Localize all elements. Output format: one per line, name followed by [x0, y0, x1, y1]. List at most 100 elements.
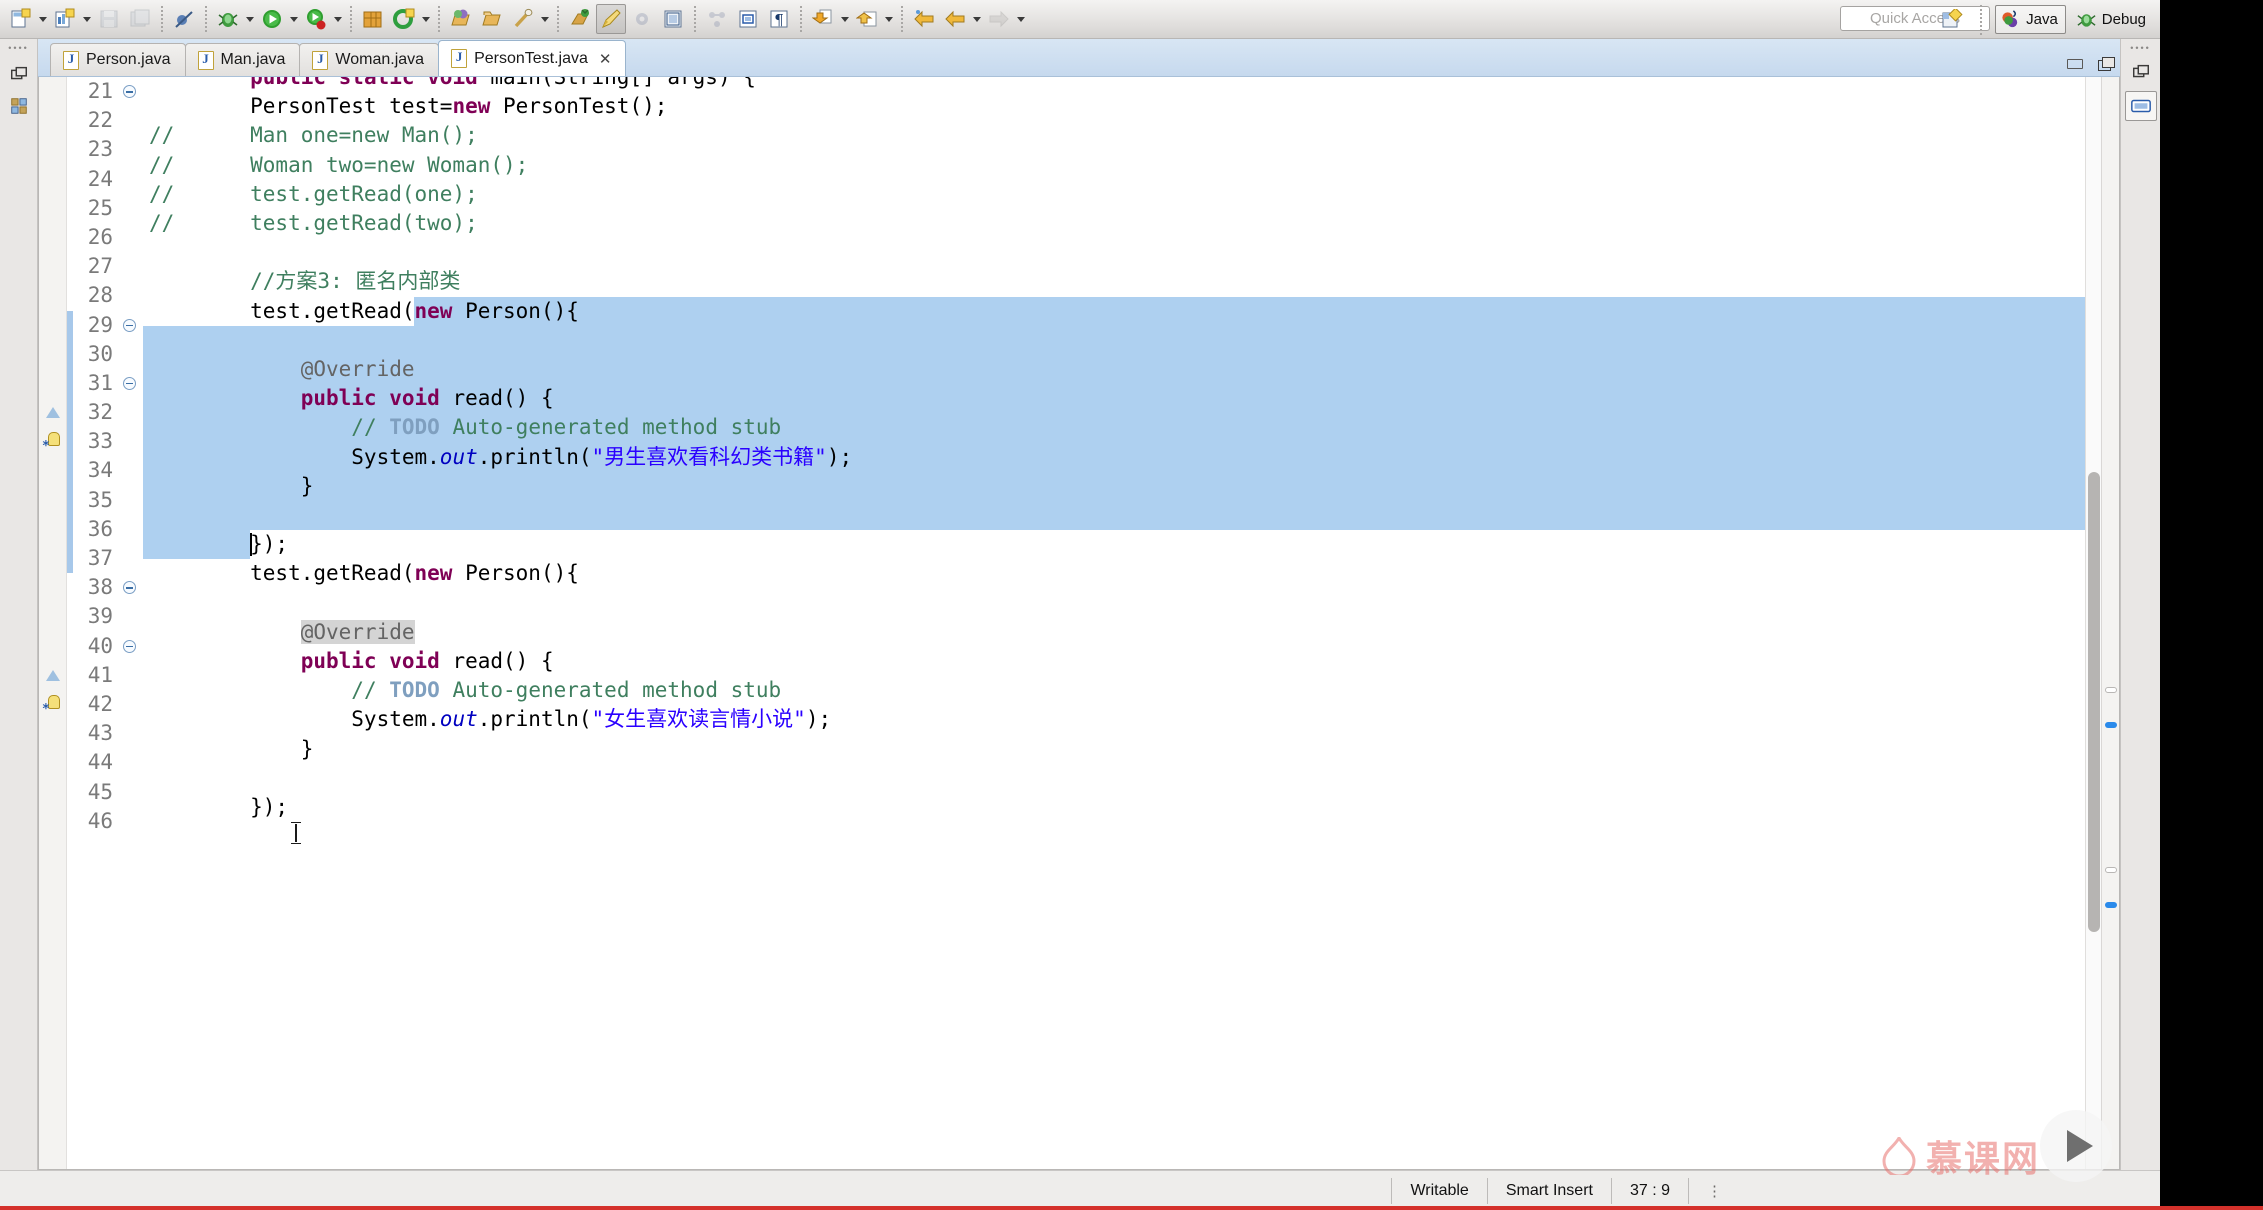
code-line[interactable]: @Override: [149, 618, 415, 647]
debug-dropdown-icon[interactable]: [244, 5, 256, 33]
restore-package-explorer-icon[interactable]: [8, 63, 30, 85]
code-line[interactable]: // TODO Auto-generated method stub: [149, 676, 781, 705]
editor-vertical-scrollbar[interactable]: [2085, 77, 2101, 1169]
code-line[interactable]: public void read() {: [149, 384, 554, 413]
status-overflow-icon[interactable]: ⋮: [1688, 1177, 1740, 1204]
editor-tab-woman[interactable]: Woman.java: [299, 43, 440, 76]
code-line[interactable]: @Override: [149, 355, 415, 384]
restore-outline-icon[interactable]: [2130, 61, 2152, 83]
minimize-icon[interactable]: [2066, 58, 2084, 70]
run-icon[interactable]: [257, 4, 287, 34]
fold-toggle[interactable]: [119, 369, 143, 398]
source-code-text[interactable]: public static void main(String[] args) {…: [143, 77, 2085, 1169]
code-line[interactable]: test.getRead(new Person(){: [149, 297, 579, 326]
collapse-icon[interactable]: [123, 318, 136, 332]
previous-annotation-icon[interactable]: [852, 4, 882, 34]
new-class-icon[interactable]: [389, 4, 419, 34]
collapse-icon[interactable]: [123, 639, 136, 653]
new-file-icon[interactable]: [6, 4, 36, 34]
open-perspective-button[interactable]: [1937, 5, 1967, 35]
annotation-bulb[interactable]: [39, 690, 66, 724]
code-line[interactable]: test.getRead(new Person(){: [149, 559, 579, 588]
back-history-icon[interactable]: [940, 4, 970, 34]
overview-ruler[interactable]: [2101, 77, 2119, 1169]
code-line[interactable]: System.out.println("男生喜欢看科幻类书籍");: [149, 443, 852, 472]
quickfix-bulb-icon[interactable]: [42, 432, 61, 461]
link-editor-icon[interactable]: [565, 4, 595, 34]
code-line[interactable]: });: [149, 530, 288, 559]
collapse-icon[interactable]: [123, 376, 136, 390]
code-line[interactable]: PersonTest test=new PersonTest();: [149, 92, 667, 121]
code-line[interactable]: // Woman two=new Woman();: [149, 151, 528, 180]
toggle-mark-occurrences-icon[interactable]: [733, 4, 763, 34]
open-perspective-icon[interactable]: [658, 4, 688, 34]
collapse-icon[interactable]: [123, 85, 136, 98]
java-source-editor[interactable]: 21 22 23 24 25 26 27 2829303132333435363738 39 40…: [38, 77, 2120, 1170]
overview-mark-occurrence[interactable]: [2105, 722, 2117, 728]
warning-icon[interactable]: [46, 669, 60, 683]
coverage-icon[interactable]: [301, 4, 331, 34]
overview-mark-occurrence[interactable]: [2105, 902, 2117, 908]
next-annotation-dropdown-icon[interactable]: [839, 5, 851, 33]
overview-mark-warning[interactable]: [2105, 867, 2117, 873]
fold-toggle[interactable]: [119, 311, 143, 340]
folding-ruler[interactable]: [119, 77, 143, 1169]
code-line[interactable]: // Man one=new Man();: [149, 121, 478, 150]
package-explorer-icon[interactable]: [8, 95, 30, 117]
maximize-icon[interactable]: [2098, 57, 2115, 71]
overview-mark-warning[interactable]: [2105, 687, 2117, 693]
debug-icon[interactable]: [213, 4, 243, 34]
search-icon[interactable]: [508, 4, 538, 34]
open-task-icon[interactable]: [477, 4, 507, 34]
fold-toggle[interactable]: [119, 573, 143, 602]
editor-tab-persontest[interactable]: PersonTest.java ✕: [438, 40, 627, 76]
code-line[interactable]: });: [149, 793, 288, 822]
new-class-dropdown-icon[interactable]: [420, 5, 432, 33]
run-dropdown-icon[interactable]: [288, 5, 300, 33]
forward-dropdown-icon[interactable]: [1015, 5, 1027, 33]
code-line[interactable]: // TODO Auto-generated method stub: [149, 413, 781, 442]
pin-editor-icon[interactable]: [596, 4, 626, 34]
code-line[interactable]: System.out.println("女生喜欢读言情小说");: [149, 705, 831, 734]
show-whitespace-icon[interactable]: ¶: [764, 4, 794, 34]
collapse-icon[interactable]: [123, 581, 136, 595]
perspective-debug[interactable]: Debug: [2071, 5, 2154, 34]
scrollbar-thumb[interactable]: [2088, 472, 2100, 932]
code-line[interactable]: public void read() {: [149, 647, 554, 676]
code-line[interactable]: // test.getRead(one);: [149, 180, 478, 209]
code-line[interactable]: public static void main(String[] args) {: [149, 77, 756, 92]
next-annotation-icon[interactable]: [808, 4, 838, 34]
code-line[interactable]: }: [149, 735, 314, 764]
new-file-dropdown-icon[interactable]: [37, 5, 49, 33]
code-line[interactable]: //方案3: 匿名内部类: [149, 267, 460, 296]
code-line[interactable]: }: [149, 472, 314, 501]
open-type-icon[interactable]: [446, 4, 476, 34]
main-toolbar: ¶ Quick Access Java Debug: [0, 0, 2160, 39]
new-package-icon[interactable]: [358, 4, 388, 34]
editor-tab-person[interactable]: Person.java: [50, 43, 186, 76]
annotation-bulb[interactable]: [39, 427, 66, 461]
coverage-dropdown-icon[interactable]: [332, 5, 344, 33]
rail-drag-handle[interactable]: ••••: [8, 43, 29, 53]
search-dropdown-icon[interactable]: [539, 5, 551, 33]
back-dropdown-icon[interactable]: [971, 5, 983, 33]
new-wizard-icon[interactable]: [50, 4, 80, 34]
close-icon[interactable]: ✕: [599, 50, 612, 68]
rail-drag-handle[interactable]: ••••: [2130, 43, 2151, 53]
outline-view-icon[interactable]: [2124, 91, 2157, 121]
previous-annotation-dropdown-icon[interactable]: [883, 5, 895, 33]
back-icon[interactable]: [909, 4, 939, 34]
fold-toggle[interactable]: [119, 632, 143, 661]
perspective-java[interactable]: Java: [1995, 5, 2066, 34]
editor-tab-man[interactable]: Man.java: [184, 43, 301, 76]
annotation-warn[interactable]: [39, 661, 66, 690]
quickfix-bulb-icon[interactable]: [42, 694, 61, 724]
toggle-breakpoint-icon[interactable]: [169, 4, 199, 34]
warning-icon[interactable]: [46, 406, 60, 420]
new-wizard-dropdown-icon[interactable]: [81, 5, 93, 33]
annotation-warn[interactable]: [39, 398, 66, 427]
annotation-ruler[interactable]: [39, 77, 67, 1169]
fold-toggle[interactable]: [119, 77, 143, 106]
code-line[interactable]: // test.getRead(two);: [149, 209, 478, 238]
play-button[interactable]: [2040, 1110, 2112, 1182]
